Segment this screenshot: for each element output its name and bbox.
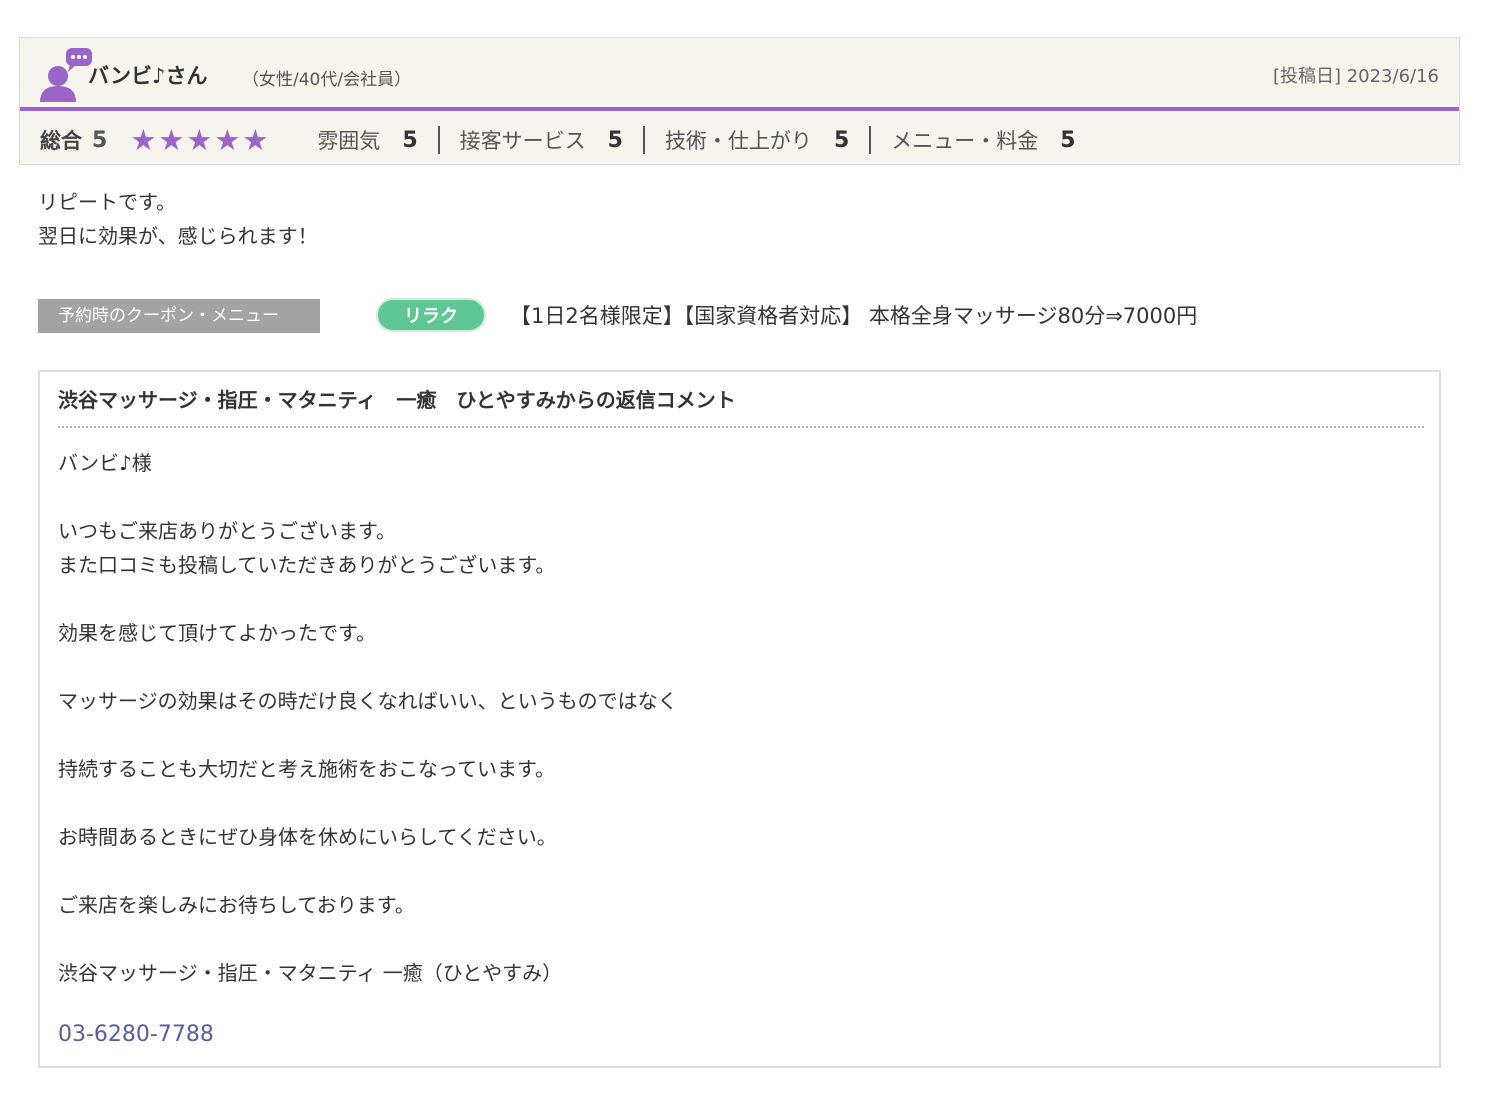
rating-value: 5 [402,127,418,153]
divider [869,126,872,154]
coupon-category-badge: リラク [376,298,486,332]
review-body: リピートです。 翌日に効果が、感じられます！ [38,185,318,253]
rating-label: 技術・仕上がり [664,129,812,153]
reply-text-line: お時間あるときにぜひ身体を休めにいらしてください。 [58,825,557,849]
reply-text-line: また口コミも投稿していただきありがとうございます。 [58,553,556,577]
coupon-label: 予約時のクーポン・メニュー [38,299,320,333]
divider [642,126,645,154]
review-text-line: リピートです。 [38,190,176,214]
reply-text-line: 渋谷マッサージ・指圧・マタニティ 一癒（ひとやすみ） [58,961,563,985]
star-icon: ★ [214,122,241,157]
coupon-menu-text: 【1日2名様限定】【国家資格者対応】 本格全身マッサージ80分⇒7000円 [510,304,1198,328]
rating-label: 接客サービス [459,129,586,153]
star-rating: ★ ★ ★ ★ ★ [129,122,269,157]
divider [437,126,440,154]
review-header: バンビ♪さん （女性/40代/会社員） [投稿日] 2023/6/16 総合 5… [19,37,1460,165]
reviewer-profile: （女性/40代/会社員） [242,70,412,90]
reply-text-line [58,786,678,820]
phone-link[interactable]: 03-6280-7788 [58,1022,214,1047]
reply-text-line [58,650,678,684]
star-icon: ★ [242,122,269,157]
reply-divider [58,426,1424,428]
rating-value: 5 [1060,127,1076,153]
reply-text: バンビ♪様いつもご来店ありがとうございます。また口コミも投稿していただきありがと… [58,446,678,990]
overall-label: 総合 [40,129,82,153]
reply-text-line: マッサージの効果はその時だけ良くなればいい、というものではなく [58,689,678,713]
rating-value: 5 [833,127,850,153]
reviewer-name: バンビ♪さん [88,64,208,88]
reply-title: 渋谷マッサージ・指圧・マタニティ 一癒 ひとやすみからの返信コメント [58,388,736,412]
rating-label: 雰囲気 [317,129,381,153]
rating-atmosphere: 雰囲気 5 [317,125,417,155]
reply-text-line: バンビ♪様 [58,451,152,475]
review-text-line: 翌日に効果が、感じられます！ [38,224,318,248]
rating-menu-price: メニュー・料金 5 [891,125,1075,155]
reply-text-line: ご来店を楽しみにお待ちしております。 [58,893,415,917]
reply-text-line: 持続することも大切だと考え施術をおこなっています。 [58,757,555,781]
rating-value: 5 [607,127,623,153]
reply-text-line [58,480,678,514]
user-comment-icon [40,48,92,102]
star-icon: ★ [186,122,213,157]
reply-box: 渋谷マッサージ・指圧・マタニティ 一癒 ひとやすみからの返信コメント バンビ♪様… [38,370,1441,1068]
overall-score: 5 [92,127,108,153]
reply-text-line: いつもご来店ありがとうございます。 [58,519,396,543]
rating-label: メニュー・料金 [891,129,1039,153]
reply-text-line [58,854,678,888]
reply-text-line [58,582,678,616]
reply-text-line [58,922,678,956]
reply-text-line [58,718,678,752]
reply-text-line: 効果を感じて頂けてよかったです。 [58,621,376,645]
star-icon: ★ [130,122,157,157]
rating-technique: 技術・仕上がり 5 [665,125,849,155]
review-header-top: バンビ♪さん （女性/40代/会社員） [投稿日] 2023/6/16 [20,38,1459,111]
post-date: [投稿日] 2023/6/16 [1272,66,1439,87]
star-icon: ★ [158,122,185,157]
rating-service: 接客サービス 5 [460,125,623,155]
ratings-row: 総合 5 ★ ★ ★ ★ ★ 雰囲気 5 接客サービス 5 技術・仕上がり 5 … [20,115,1459,165]
